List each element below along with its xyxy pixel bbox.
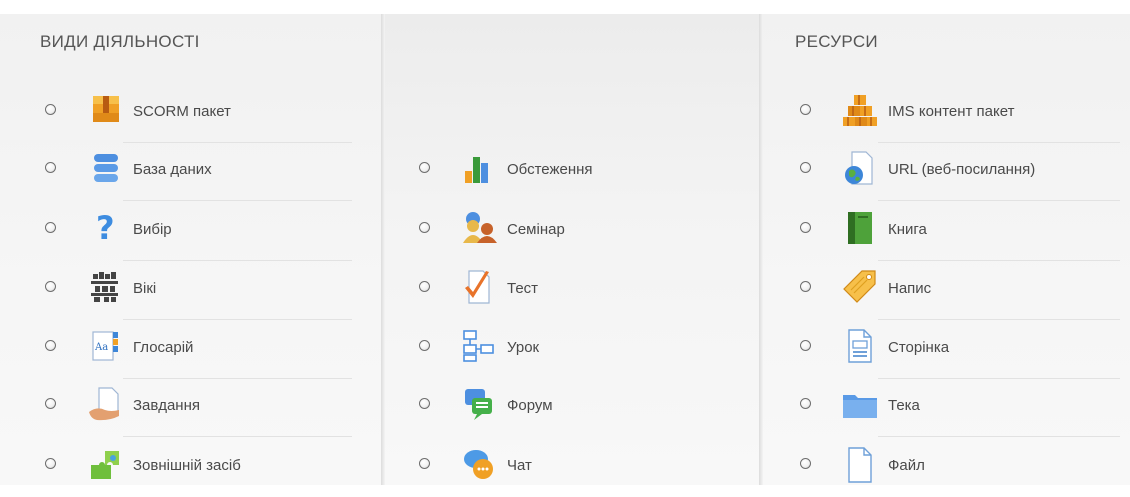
activity-item-chat[interactable]: Чат xyxy=(419,441,739,497)
row-divider xyxy=(878,142,1120,143)
resource-radio-folder[interactable] xyxy=(800,398,811,409)
activity-radio-glossary[interactable] xyxy=(45,340,56,351)
glossary-icon: Aa xyxy=(85,327,125,367)
activity-item-scorm[interactable]: SCORM пакет xyxy=(45,87,352,143)
scorm-package-icon xyxy=(85,91,125,131)
activity-label-quiz: Тест xyxy=(507,280,539,297)
svg-text:Aa: Aa xyxy=(94,342,108,353)
label-tag-icon xyxy=(840,268,880,308)
activity-item-assignment[interactable]: Завдання xyxy=(45,381,352,437)
row-divider xyxy=(878,260,1120,261)
activity-item-choice[interactable]: ? Вибір xyxy=(45,205,352,261)
resource-label-file: Файл xyxy=(888,457,925,474)
resource-label-page: Сторінка xyxy=(888,339,950,356)
activity-label-external-tool: Зовнішній засіб xyxy=(133,457,241,474)
activity-label-wiki: Вікі xyxy=(133,280,157,297)
resource-item-folder[interactable]: Тека xyxy=(800,381,1120,437)
activity-radio-forum[interactable] xyxy=(419,398,430,409)
folder-icon xyxy=(840,385,880,425)
assignment-icon xyxy=(85,385,125,425)
resource-item-ims[interactable]: IMS контент пакет xyxy=(800,87,1120,143)
activity-label-chat: Чат xyxy=(507,457,532,474)
activity-item-workshop[interactable]: Семінар xyxy=(419,205,739,261)
resource-item-book[interactable]: Книга xyxy=(800,205,1120,261)
activity-item-glossary[interactable]: Aa Глосарій xyxy=(45,323,352,379)
activity-label-assignment: Завдання xyxy=(133,397,200,414)
resource-radio-page[interactable] xyxy=(800,340,811,351)
resource-label-ims: IMS контент пакет xyxy=(888,103,1015,120)
activity-radio-chat[interactable] xyxy=(419,458,430,469)
activity-label-survey: Обстеження xyxy=(507,161,593,178)
activity-item-wiki[interactable]: Вікі xyxy=(45,264,352,320)
resource-item-url[interactable]: URL (веб-посилання) xyxy=(800,145,1120,201)
book-icon xyxy=(840,209,880,249)
row-divider xyxy=(123,200,352,201)
activity-item-forum[interactable]: Форум xyxy=(419,381,739,437)
activity-label-scorm: SCORM пакет xyxy=(133,103,231,120)
row-divider xyxy=(878,319,1120,320)
activity-radio-wiki[interactable] xyxy=(45,281,56,292)
activity-item-survey[interactable]: Обстеження xyxy=(419,145,739,201)
choice-question-icon: ? xyxy=(85,209,125,249)
forum-bubbles-icon xyxy=(459,385,499,425)
resource-item-file[interactable]: Файл xyxy=(800,441,1120,497)
row-divider xyxy=(878,436,1120,437)
row-divider xyxy=(123,142,352,143)
ims-package-icon xyxy=(840,91,880,131)
activity-label-choice: Вибір xyxy=(133,221,172,238)
activity-label-glossary: Глосарій xyxy=(133,339,194,356)
resource-radio-label[interactable] xyxy=(800,281,811,292)
row-divider xyxy=(878,378,1120,379)
resource-radio-file[interactable] xyxy=(800,458,811,469)
row-divider xyxy=(878,200,1120,201)
activity-label-workshop: Семінар xyxy=(507,221,565,238)
row-divider xyxy=(123,260,352,261)
activity-radio-lesson[interactable] xyxy=(419,340,430,351)
activity-radio-database[interactable] xyxy=(45,162,56,173)
activity-label-database: База даних xyxy=(133,161,212,178)
activity-item-external-tool[interactable]: Зовнішній засіб xyxy=(45,441,352,497)
resource-label-url: URL (веб-посилання) xyxy=(888,161,1036,178)
external-tool-puzzle-icon xyxy=(85,445,125,485)
resource-radio-ims[interactable] xyxy=(800,104,811,115)
resource-item-label[interactable]: Напис xyxy=(800,264,1120,320)
activity-item-database[interactable]: База даних xyxy=(45,145,352,201)
resource-item-page[interactable]: Сторінка xyxy=(800,323,1120,379)
resource-radio-url[interactable] xyxy=(800,162,811,173)
activity-item-quiz[interactable]: Тест xyxy=(419,264,739,320)
quiz-checkmark-icon xyxy=(459,268,499,308)
database-icon xyxy=(85,149,125,189)
svg-text:?: ? xyxy=(96,209,115,247)
row-divider xyxy=(123,378,352,379)
lesson-flow-icon xyxy=(459,327,499,367)
column-divider xyxy=(381,14,385,485)
activity-item-lesson[interactable]: Урок xyxy=(419,323,739,379)
row-divider xyxy=(123,319,352,320)
activity-radio-quiz[interactable] xyxy=(419,281,430,292)
activities-heading: ВИДИ ДІЯЛЬНОСТІ xyxy=(40,32,200,51)
chat-bubble-icon xyxy=(459,445,499,485)
activity-radio-external-tool[interactable] xyxy=(45,458,56,469)
activity-label-forum: Форум xyxy=(507,397,553,414)
activity-radio-workshop[interactable] xyxy=(419,222,430,233)
row-divider xyxy=(123,436,352,437)
column-divider xyxy=(759,14,763,485)
resources-heading: РЕСУРСИ xyxy=(795,32,878,51)
resource-label-folder: Тека xyxy=(888,397,920,414)
file-icon xyxy=(840,445,880,485)
wiki-icon xyxy=(85,268,125,308)
resource-label-label: Напис xyxy=(888,280,932,297)
workshop-people-icon xyxy=(459,209,499,249)
page-document-icon xyxy=(840,327,880,367)
resource-radio-book[interactable] xyxy=(800,222,811,233)
activity-radio-choice[interactable] xyxy=(45,222,56,233)
activity-radio-assignment[interactable] xyxy=(45,398,56,409)
survey-chart-icon xyxy=(459,149,499,189)
activity-radio-survey[interactable] xyxy=(419,162,430,173)
resource-label-book: Книга xyxy=(888,221,927,238)
url-globe-icon xyxy=(840,149,880,189)
activity-label-lesson: Урок xyxy=(507,339,540,356)
activity-radio-scorm[interactable] xyxy=(45,104,56,115)
